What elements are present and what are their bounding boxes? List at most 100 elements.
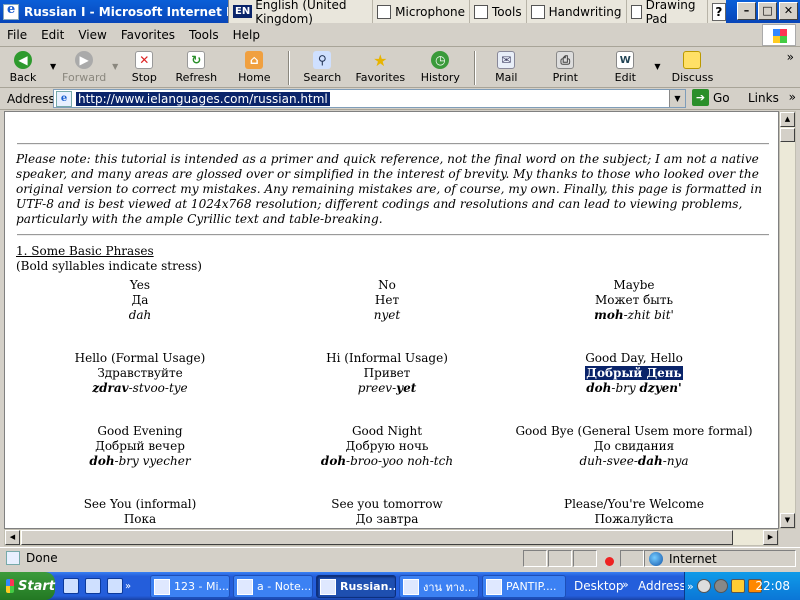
phrase-russian: Добрую ночь — [345, 439, 429, 453]
quick-launch — [63, 578, 123, 594]
desktop-toolbar[interactable]: Desktop — [574, 579, 624, 593]
task-pantip[interactable]: PANTIP.... — [482, 575, 566, 598]
print-button[interactable]: ⎙ Print — [530, 48, 600, 88]
windows-logo-icon — [762, 24, 796, 46]
desktop-chevron-icon[interactable]: » — [622, 578, 629, 591]
edit-button[interactable]: W Edit — [600, 48, 650, 88]
antivirus-icon[interactable] — [713, 579, 728, 593]
menu-view[interactable]: View — [71, 28, 113, 42]
vertical-scroll-thumb[interactable] — [780, 128, 795, 142]
unstressed-syllables: -bry — [611, 381, 640, 395]
task-label: a - Note... — [257, 580, 312, 593]
task-russian-ie[interactable]: Russian... — [316, 575, 396, 598]
mail-button[interactable]: ✉ Mail — [482, 48, 530, 88]
task-label: งาน ทาง... — [423, 580, 475, 594]
go-button[interactable]: ➔ Go — [692, 89, 730, 106]
close-button[interactable]: ✕ — [779, 2, 798, 20]
page-icon: e — [56, 90, 72, 107]
drawing-pad-button[interactable]: Drawing Pad — [627, 0, 708, 26]
menu-favorites[interactable]: Favorites — [114, 28, 182, 42]
back-dropdown[interactable]: ▼ — [46, 62, 60, 71]
horizontal-scrollbar[interactable]: ◀ ▶ — [4, 529, 779, 546]
forward-dropdown[interactable]: ▼ — [108, 62, 122, 71]
language-selector[interactable]: EN English (United Kingdom) — [229, 0, 374, 26]
status-text: Done — [26, 550, 58, 565]
phrase-hi-informal: Hi (Informal Usage) Привет preev-yet — [267, 351, 507, 396]
home-button[interactable]: ⌂ Home — [226, 48, 282, 88]
scroll-right-arrow-icon[interactable]: ▶ — [763, 530, 778, 545]
links-chevron-icon[interactable]: » — [789, 90, 796, 104]
security-alert-icon[interactable] — [730, 579, 745, 593]
taskbar: Start » 123 - Mi... a - Note... Russian.… — [0, 572, 800, 600]
microphone-icon — [377, 4, 392, 19]
horizontal-scroll-thumb[interactable] — [21, 530, 733, 545]
scroll-up-arrow-icon[interactable]: ▲ — [780, 112, 795, 127]
status-cell — [620, 550, 644, 567]
minimize-button[interactable]: – — [737, 2, 756, 20]
address-toolbar[interactable]: Address — [638, 579, 686, 593]
drawing-pad-icon — [630, 4, 642, 19]
phrase-english: Hello (Formal Usage) — [74, 351, 206, 365]
task-notepad[interactable]: a - Note... — [233, 575, 313, 598]
search-button[interactable]: ⚲ Search — [296, 48, 348, 88]
help-icon[interactable]: ? — [711, 2, 726, 21]
history-button[interactable]: ◷ History — [412, 48, 468, 88]
unstressed-syllables: -stvoo-tye — [128, 381, 188, 395]
menu-tools[interactable]: Tools — [182, 28, 226, 42]
ie-icon — [403, 578, 419, 595]
maximize-button[interactable]: □ — [758, 2, 777, 20]
forward-button[interactable]: ▶ Forward — [60, 48, 108, 88]
mail-label: Mail — [495, 71, 518, 84]
stress-syllable: moh — [594, 308, 624, 322]
discuss-label: Discuss — [671, 71, 714, 84]
scroll-left-arrow-icon[interactable]: ◀ — [5, 530, 20, 545]
show-desktop-icon[interactable] — [63, 578, 79, 594]
favorites-label: Favorites — [355, 71, 406, 84]
vertical-scrollbar[interactable]: ▲ ▼ — [779, 111, 796, 529]
phrase-english: Hi (Informal Usage) — [326, 351, 448, 365]
refresh-button[interactable]: ↻ Refresh — [166, 48, 226, 88]
toolbar-overflow-chevron-icon[interactable]: » — [787, 50, 794, 64]
clock[interactable]: 22:08 — [755, 579, 790, 593]
tray-chevron-icon[interactable]: » — [687, 580, 694, 593]
language-bar[interactable]: EN English (United Kingdom) Microphone T… — [228, 0, 726, 26]
quick-launch-chevron-icon[interactable]: » — [125, 581, 131, 592]
menu-edit[interactable]: Edit — [34, 28, 71, 42]
favorites-button[interactable]: ★ Favorites — [348, 48, 412, 88]
tools-button[interactable]: Tools — [470, 0, 527, 23]
discuss-button[interactable]: Discuss — [664, 48, 720, 88]
menu-help[interactable]: Help — [226, 28, 267, 42]
popup-blocked-icon[interactable] — [598, 551, 614, 566]
back-label: Back — [9, 71, 37, 84]
handwriting-button[interactable]: Handwriting — [527, 0, 627, 23]
start-button[interactable]: Start — [0, 572, 55, 600]
phrase-pronunciation: duh-svee-dah-nya — [514, 454, 754, 469]
page-content: Please note: this tutorial is intended a… — [4, 111, 779, 529]
go-arrow-icon: ➔ — [692, 89, 709, 106]
stop-button[interactable]: ✕ Stop — [122, 48, 166, 88]
unstressed-syllables: duh-svee- — [579, 454, 638, 468]
notepad-icon — [237, 578, 253, 595]
task-thai-page[interactable]: งาน ทาง... — [399, 575, 479, 598]
address-dropdown-icon[interactable]: ▼ — [669, 90, 685, 107]
messenger-icon[interactable] — [107, 578, 123, 594]
section-title[interactable]: 1. Some Basic Phrases — [16, 244, 154, 258]
ie-icon[interactable] — [3, 2, 19, 20]
handwriting-label: Handwriting — [548, 4, 622, 19]
ie-quicklaunch-icon[interactable] — [85, 578, 101, 594]
microphone-label: Microphone — [395, 4, 466, 19]
address-url[interactable]: http://www.ielanguages.com/russian.html — [76, 91, 330, 106]
menu-file[interactable]: File — [0, 28, 34, 42]
edit-dropdown[interactable]: ▼ — [650, 62, 664, 71]
history-label: History — [420, 71, 460, 84]
microphone-button[interactable]: Microphone — [373, 0, 471, 23]
phrase-russian-selected[interactable]: Добрый День — [585, 366, 683, 380]
address-input[interactable]: e http://www.ielanguages.com/russian.htm… — [53, 89, 686, 108]
stress-syllable: doh — [320, 454, 347, 468]
task-word[interactable]: 123 - Mi... — [150, 575, 230, 598]
back-button[interactable]: ◀ Back — [0, 48, 46, 88]
scroll-down-arrow-icon[interactable]: ▼ — [780, 513, 795, 528]
stress-syllable: dah — [637, 454, 663, 468]
links-button[interactable]: Links — [748, 91, 779, 105]
network-icon[interactable] — [696, 579, 711, 593]
